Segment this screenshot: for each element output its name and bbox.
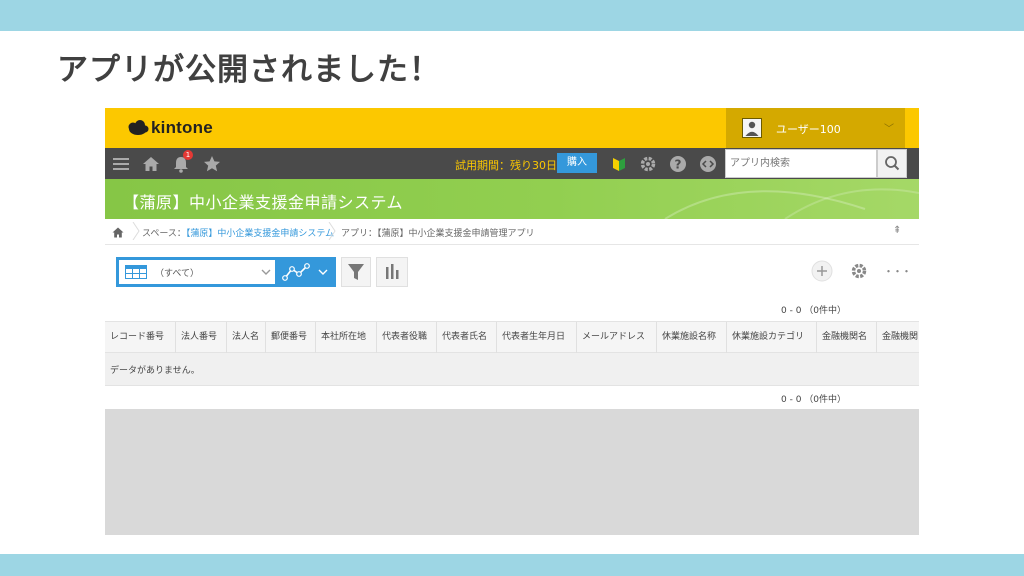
column-header[interactable]: 金融機関 <box>877 322 919 353</box>
column-header[interactable]: 代表者生年月日 <box>497 322 577 353</box>
column-header[interactable]: 代表者役職 <box>377 322 437 353</box>
breadcrumb-app: アプリ：【蒲原】中小企業支援金申請管理アプリ <box>341 226 535 239</box>
svg-text:?: ? <box>675 158 682 172</box>
app-title-band: 【蒲原】中小企業支援金申請システム <box>105 179 919 219</box>
global-toolbar: 1 試用期間：残り30日 購入 ? <box>105 148 919 179</box>
breadcrumb-space-link[interactable]: 【蒲原】中小企業支援金申請システム <box>186 229 334 239</box>
filter-icon <box>348 264 364 280</box>
code-icon[interactable] <box>698 154 718 174</box>
home-icon[interactable] <box>141 154 161 174</box>
column-header[interactable]: メールアドレス <box>577 322 657 353</box>
view-selected-label: （すべて） <box>155 269 200 279</box>
kintone-header: kintone ユーザー100 ﹀ <box>105 108 919 148</box>
bottom-decor-band <box>0 554 1024 576</box>
column-header[interactable]: レコード番号 <box>105 322 176 353</box>
user-menu[interactable]: ユーザー100 ﹀ <box>726 108 905 148</box>
column-header[interactable]: 金融機関名 <box>817 322 877 353</box>
trial-period-text: 試用期間：残り30日 <box>455 159 557 172</box>
breadcrumb-separator <box>328 222 336 240</box>
chevron-down-icon <box>261 269 271 275</box>
record-table-header: レコード番号 法人番号 法人名 郵便番号 本社所在地 代表者役職 代表者氏名 代… <box>105 321 919 353</box>
search-button[interactable] <box>877 149 907 178</box>
kintone-logo[interactable]: kintone <box>127 118 213 138</box>
line-graph-icon <box>282 263 328 281</box>
breadcrumb-space[interactable]: スペース：【蒲原】中小企業支援金申請システム <box>142 226 334 239</box>
help-icon[interactable]: ? <box>668 154 688 174</box>
user-name: ユーザー100 <box>776 123 841 136</box>
breadcrumb: スペース：【蒲原】中小企業支援金申請システム アプリ：【蒲原】中小企業支援金申請… <box>105 219 919 245</box>
breadcrumb-space-prefix: スペース： <box>142 229 186 239</box>
breadcrumb-separator <box>132 222 140 240</box>
kintone-screenshot: kintone ユーザー100 ﹀ 1 試用期間：残り30日 購入 ? アプリ内… <box>105 108 919 535</box>
logo-text: kintone <box>151 118 213 137</box>
record-count-top: 0 - 0 （0件中） <box>781 306 847 316</box>
column-header[interactable]: 休業施設カテゴリ <box>727 322 817 353</box>
top-decor-band <box>0 0 1024 31</box>
beginner-mark-icon[interactable] <box>609 154 629 174</box>
table-view-icon <box>125 265 147 279</box>
graph-view-button[interactable] <box>278 257 336 287</box>
buy-button[interactable]: 購入 <box>557 153 597 173</box>
column-header[interactable]: 郵便番号 <box>266 322 316 353</box>
menu-icon[interactable] <box>111 154 131 174</box>
bar-chart-icon <box>386 264 399 279</box>
record-count-bottom: 0 - 0 （0件中） <box>781 395 847 405</box>
add-record-icon[interactable] <box>811 260 833 282</box>
more-options-icon[interactable]: ・・・ <box>883 263 912 279</box>
gear-icon[interactable] <box>638 154 658 174</box>
column-header[interactable]: 法人番号 <box>176 322 227 353</box>
star-icon[interactable] <box>202 154 222 174</box>
chevron-down-icon: ﹀ <box>884 124 894 135</box>
column-header[interactable]: 本社所在地 <box>316 322 377 353</box>
avatar-icon <box>742 118 762 138</box>
filter-button[interactable] <box>341 257 371 287</box>
app-title: 【蒲原】中小企業支援金申請システム <box>123 193 404 212</box>
gear-icon[interactable] <box>849 261 869 281</box>
notification-badge: 1 <box>183 150 193 160</box>
slide-title: アプリが公開されました！ <box>57 52 441 88</box>
chart-button[interactable] <box>376 257 408 287</box>
view-selector[interactable]: （すべて） <box>116 257 278 287</box>
table-footer: 0 - 0 （0件中） <box>105 386 919 409</box>
column-header[interactable]: 休業施設名称 <box>657 322 727 353</box>
breadcrumb-app-prefix: アプリ： <box>341 229 378 239</box>
view-toolbar: （すべて） ・・・ 0 - 0 （0件中） <box>105 245 919 321</box>
column-header[interactable]: 法人名 <box>227 322 266 353</box>
empty-message: データがありません。 <box>110 366 200 376</box>
home-icon[interactable] <box>112 227 124 238</box>
cloud-logo-icon <box>128 120 149 135</box>
breadcrumb-app-name: 【蒲原】中小企業支援金申請管理アプリ <box>377 229 535 239</box>
pin-icon[interactable]: ⇞ <box>893 225 901 236</box>
empty-table-row: データがありません。 <box>105 353 919 386</box>
column-header[interactable]: 代表者氏名 <box>437 322 497 353</box>
search-icon <box>885 156 900 171</box>
app-search-input[interactable] <box>725 149 877 178</box>
